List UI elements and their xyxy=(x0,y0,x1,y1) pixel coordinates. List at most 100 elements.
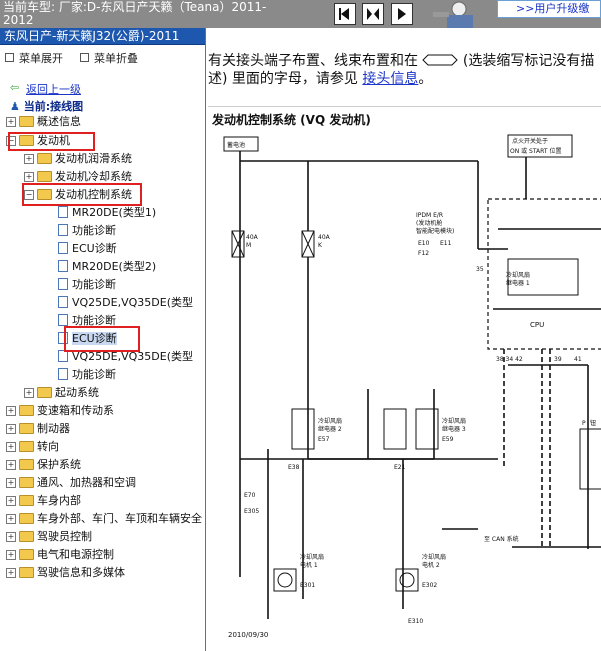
tree-item-transmission[interactable]: + 变速箱和传动系 xyxy=(6,402,114,419)
tree-item-mr20de-type2[interactable]: MR20DE(类型2) xyxy=(58,258,156,275)
diagram-label: (发动机舱 xyxy=(416,219,442,227)
highlight-box-engine-control xyxy=(22,183,142,206)
tree-item-protection[interactable]: + 保护系统 xyxy=(6,456,81,473)
expand-button[interactable] xyxy=(362,3,384,25)
wiring-diagram: 发动机控制系统 (VQ 发动机) 蓄电池 点火开关处于 ON 或 START 位… xyxy=(208,106,601,651)
tree-item-driver-controls[interactable]: + 驾驶员控制 xyxy=(6,528,92,545)
diagram-label: K xyxy=(318,242,323,249)
tree-item-function-diagnosis[interactable]: 功能诊断 xyxy=(58,222,116,239)
diagram-label: 40A xyxy=(318,234,331,241)
folder-icon xyxy=(37,387,52,398)
tree-item-overview[interactable]: + 概述信息 xyxy=(6,113,81,130)
highlight-box-engine xyxy=(8,132,95,151)
highlight-box-ecu-diagnosis xyxy=(64,326,140,352)
diagram-label: M xyxy=(246,242,251,249)
tree-item-ecu-diagnosis[interactable]: ECU诊断 xyxy=(58,240,117,257)
diagram-label: 点火开关处于 xyxy=(512,137,548,145)
document-icon xyxy=(58,224,68,236)
collapse-icon xyxy=(80,53,89,62)
diagram-label: 智能配电模块) xyxy=(416,227,454,235)
diagram-label: ON 或 START 位置 xyxy=(510,147,561,155)
diagram-label: 电机 1 xyxy=(300,561,318,569)
diagram-label: E70 xyxy=(244,492,256,499)
tree-item-mr20de-type1[interactable]: MR20DE(类型1) xyxy=(58,204,156,221)
user-upgrade-link[interactable]: >>用户升级缴 xyxy=(497,0,601,18)
document-icon xyxy=(58,278,68,290)
top-bar: 当前车型: 厂家:D-东风日产天籁（Teana）2011-2012 >>用户升级… xyxy=(0,0,601,28)
menu-collapse-control[interactable]: 菜单折叠 xyxy=(80,50,138,66)
document-icon xyxy=(58,314,68,326)
diagram-label: IPDM E/R xyxy=(416,212,443,219)
folder-icon xyxy=(19,441,34,452)
diagram-label: 40A xyxy=(246,234,259,241)
tree-item-electrical-power[interactable]: + 电气和电源控制 xyxy=(6,546,114,563)
folder-icon xyxy=(19,549,34,560)
folder-icon xyxy=(19,459,34,470)
vehicle-model-title: 东风日产-新天籁J32(公爵)-2011 xyxy=(0,28,205,45)
tree-item-brakes[interactable]: + 制动器 xyxy=(6,420,70,437)
diagram-label: E302 xyxy=(422,582,437,589)
tree-item-driver-info-multimedia[interactable]: + 驾驶信息和多媒体 xyxy=(6,564,125,581)
folder-icon xyxy=(19,495,34,506)
arrow-left-icon xyxy=(339,8,349,20)
diagram-label: E301 xyxy=(300,582,315,589)
diagram-date: 2010/09/30 xyxy=(228,631,268,639)
diagram-label: 冷却风扇 xyxy=(422,553,446,561)
document-icon xyxy=(58,368,68,380)
folder-icon xyxy=(19,531,34,542)
document-icon xyxy=(58,260,68,272)
diagram-label: E21 xyxy=(394,464,406,471)
main-content: 有关接头端子布置、线束布置和在 (选装缩写标记没有描述) 里面的字母，请参见 接… xyxy=(206,28,601,651)
folder-icon xyxy=(19,513,34,524)
mascot-icon xyxy=(433,1,473,28)
person-icon: ♟ xyxy=(10,100,20,113)
tree-item-steering[interactable]: + 转向 xyxy=(6,438,59,455)
diagram-label: 电机 2 xyxy=(422,561,440,569)
diagram-label: 35 xyxy=(476,266,484,273)
navigation-sidebar: 东风日产-新天籁J32(公爵)-2011 菜单展开 菜单折叠 ⇦ 返回上一级 ♟… xyxy=(0,28,206,651)
diagram-title: 发动机控制系统 (VQ 发动机) xyxy=(212,113,371,127)
diagram-label: 继电器 3 xyxy=(442,425,466,433)
folder-icon xyxy=(19,116,34,127)
current-location: ♟ 当前:接线图 xyxy=(10,100,84,113)
folder-icon xyxy=(19,567,34,578)
folder-icon xyxy=(19,477,34,488)
previous-page-button[interactable] xyxy=(334,3,356,25)
wiring-diagram-canvas: 蓄电池 点火开关处于 ON 或 START 位置 IPDM E/R (发动机舱 … xyxy=(223,134,601,639)
diagram-label: E38 xyxy=(288,464,300,471)
double-arrow-icon xyxy=(367,8,379,20)
diagram-label: E11 xyxy=(440,240,452,247)
back-link[interactable]: 返回上一级 xyxy=(26,81,81,97)
connector-info-link[interactable]: 接头信息 xyxy=(362,71,418,87)
diagram-label: 冷却风扇 xyxy=(300,553,324,561)
diagram-label: 39 xyxy=(554,356,562,363)
expand-icon xyxy=(5,53,14,62)
folder-icon xyxy=(19,405,34,416)
tree-item-engine-lubrication[interactable]: + 发动机润滑系统 xyxy=(24,150,132,167)
folder-icon xyxy=(37,153,52,164)
tree-item-body-interior[interactable]: + 车身内部 xyxy=(6,492,81,509)
arrow-right-icon xyxy=(398,8,406,20)
current-vehicle-label: 当前车型: 厂家:D-东风日产天籁（Teana）2011-2012 xyxy=(3,0,267,27)
tree-item-starting-system[interactable]: + 起动系统 xyxy=(24,384,99,401)
diagram-label: 41 xyxy=(574,356,582,363)
diagram-label: 冷却风扇 xyxy=(318,417,342,425)
folder-icon xyxy=(19,423,34,434)
tree-item-vq-type1[interactable]: VQ25DE,VQ35DE(类型 xyxy=(58,294,193,311)
tree-item-function-diagnosis[interactable]: 功能诊断 xyxy=(58,276,116,293)
connector-symbol-icon xyxy=(422,54,459,66)
diagram-label: E59 xyxy=(442,436,454,443)
diagram-label: F12 xyxy=(418,250,429,257)
diagram-label: 继电器 2 xyxy=(318,425,342,433)
document-icon xyxy=(58,242,68,254)
diagram-label: P xyxy=(582,420,586,427)
menu-expand-control[interactable]: 菜单展开 xyxy=(5,50,63,66)
document-icon xyxy=(58,296,68,308)
diagram-label: 至 CAN 系统 xyxy=(484,535,519,543)
tree-item-body-exterior[interactable]: + 车身外部、车门、车顶和车辆安全 xyxy=(6,510,202,527)
diagram-label: 蓄电池 xyxy=(227,141,245,149)
tree-item-function-diagnosis[interactable]: 功能诊断 xyxy=(58,366,116,383)
next-page-button[interactable] xyxy=(391,3,413,25)
document-icon xyxy=(58,206,68,218)
tree-item-hvac[interactable]: + 通风、加热器和空调 xyxy=(6,474,136,491)
